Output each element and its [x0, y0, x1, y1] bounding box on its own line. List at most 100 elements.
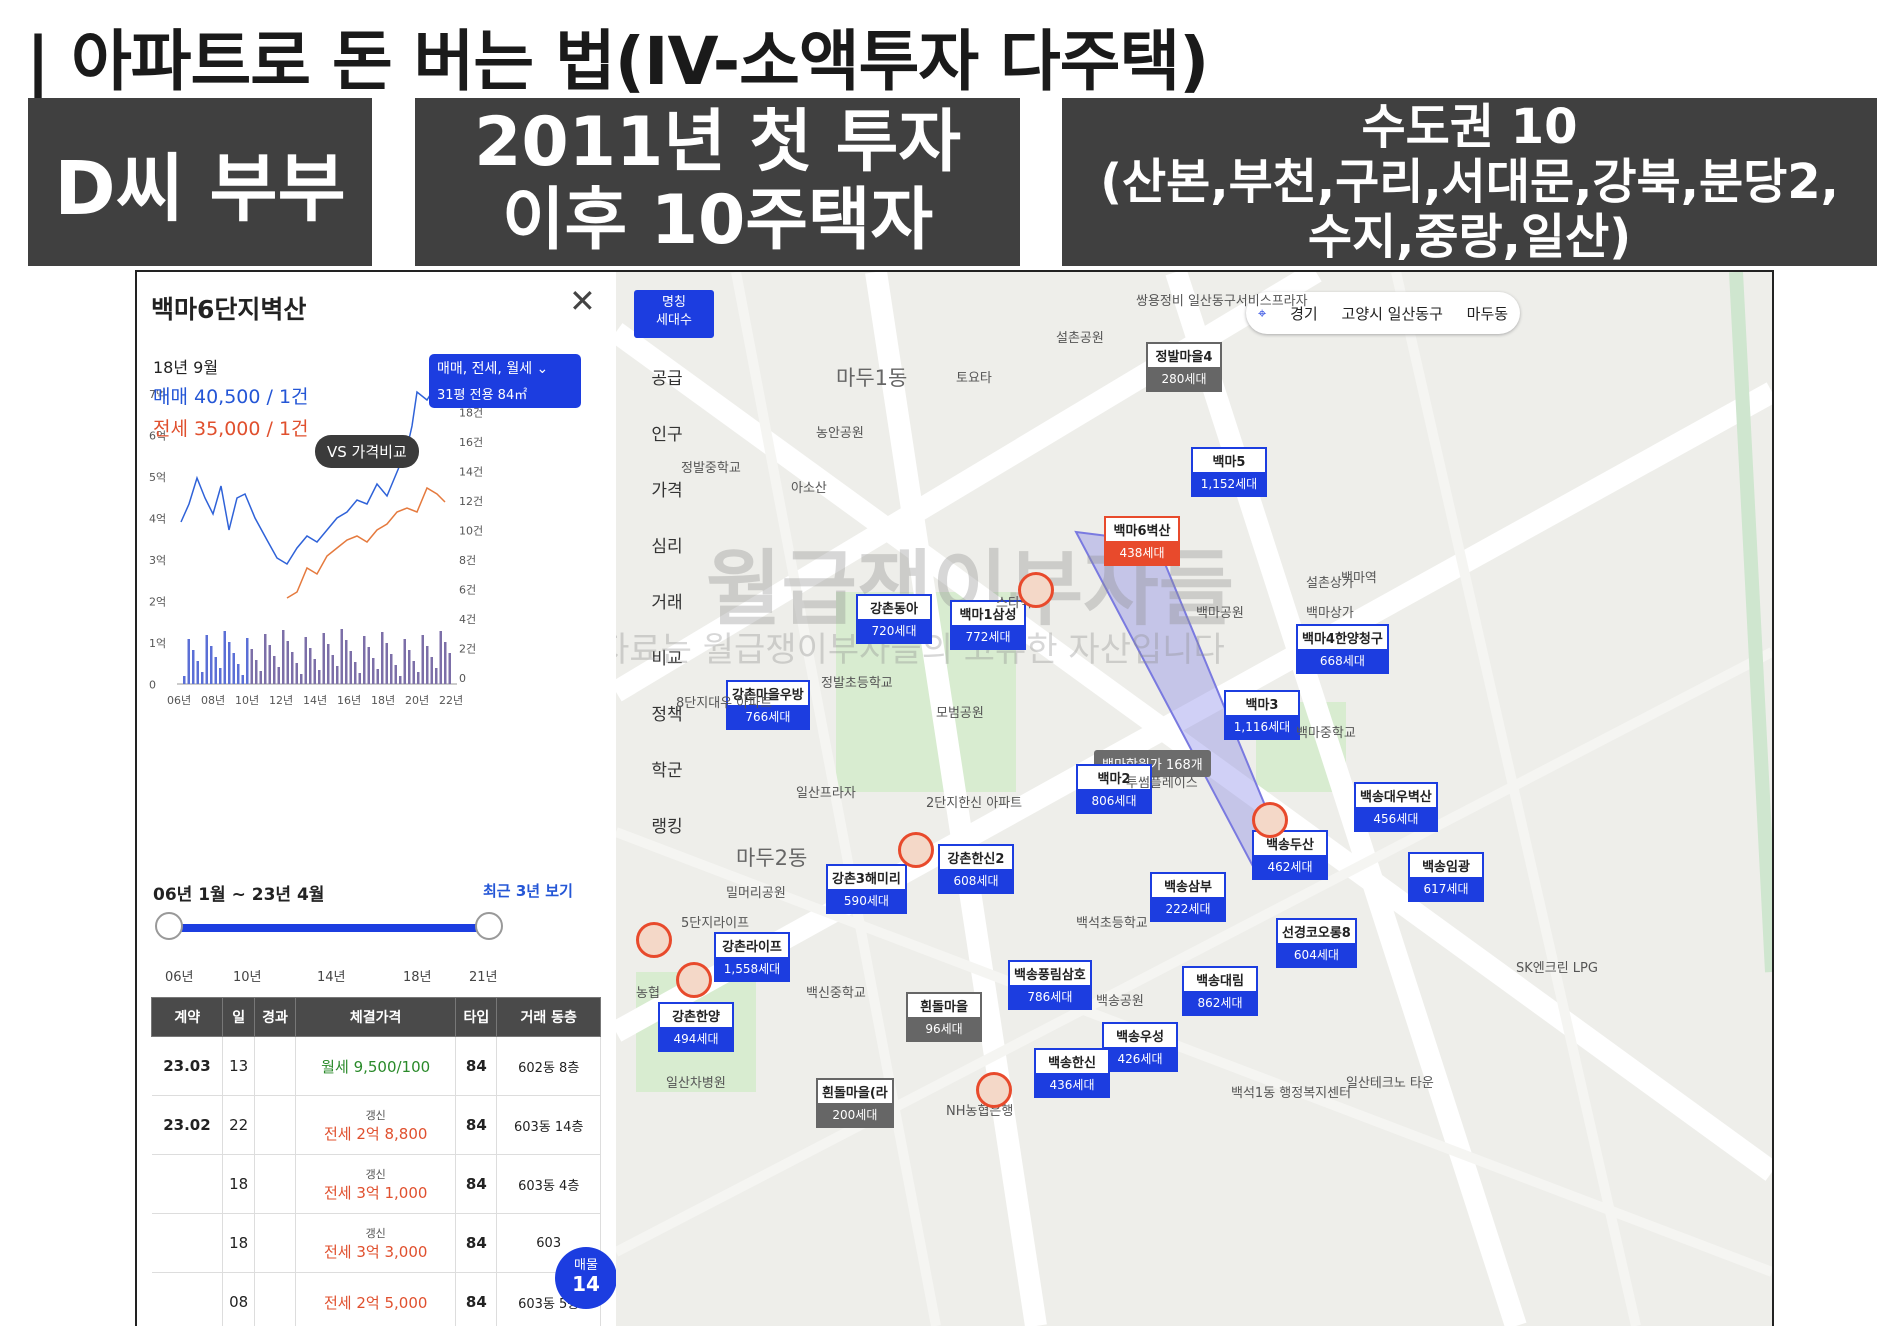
apartment-marker[interactable]: 백송대우벽산456세대: [1354, 782, 1438, 832]
transaction-table: 계약 일 경과 체결가격 타입 거래 동층 23.0313월세 9,500/10…: [151, 997, 601, 1326]
map-poi-label: 백석초등학교: [1076, 912, 1148, 931]
table-row[interactable]: 18갱신전세 3억 1,00084603동 4층: [152, 1155, 601, 1214]
recent-3y-link[interactable]: 최근 3년 보기: [483, 880, 573, 901]
cell-type: 84: [456, 1214, 497, 1273]
column-header[interactable]: 타입: [456, 998, 497, 1037]
avatar-pin[interactable]: [1252, 802, 1288, 838]
apartment-marker[interactable]: 백송한신436세대: [1034, 1048, 1110, 1098]
apartment-detail-panel: 백마6단지벽산 ✕ 18년 9월 매매 40,500 / 1건 전세 35,00…: [137, 272, 617, 1326]
renewal-tag: 갱신: [297, 1107, 454, 1123]
apartment-marker[interactable]: 백마31,116세대: [1224, 690, 1300, 740]
floor: 4층: [559, 1179, 579, 1194]
apartment-marker[interactable]: 백송두산462세대: [1252, 830, 1328, 880]
apartment-marker[interactable]: 강촌한신2608세대: [938, 844, 1014, 894]
apartment-name: 백송우성: [1104, 1024, 1176, 1047]
apartment-marker[interactable]: 정발마을4280세대: [1146, 342, 1222, 392]
apartment-name: 백마3: [1226, 692, 1298, 715]
table-row[interactable]: 23.0313월세 9,500/10084602동 8층: [152, 1037, 601, 1096]
column-header[interactable]: 일: [223, 998, 255, 1037]
apartment-marker[interactable]: 흰돌마을96세대: [906, 992, 982, 1042]
column-header[interactable]: 거래 동층: [497, 998, 601, 1037]
volume-bar: [413, 661, 416, 684]
volume-bar: [305, 637, 308, 684]
map-poi-label: 농협: [636, 982, 660, 1001]
period-slider-track[interactable]: [167, 924, 487, 932]
apartment-name: 백송풍림삼호: [1010, 962, 1090, 985]
deal-kind: 전세: [324, 1184, 352, 1202]
avatar-pin[interactable]: [636, 922, 672, 958]
map-menu-item[interactable]: 심리: [634, 532, 700, 557]
cell-month: 23.02: [152, 1096, 223, 1155]
volume-bar: [332, 655, 335, 684]
map-poi-label: 일산차병원: [666, 1072, 726, 1091]
map-menu-item[interactable]: 거래: [634, 588, 700, 613]
apartment-name: 백송대우벽산: [1356, 784, 1436, 807]
map-menu-item[interactable]: 가격: [634, 476, 700, 501]
apartment-marker[interactable]: 백마4한양청구668세대: [1296, 624, 1389, 674]
y-axis-left-label: 4억: [149, 513, 166, 526]
avatar-pin[interactable]: [1018, 572, 1054, 608]
volume-bar: [350, 651, 353, 684]
apartment-households: 617세대: [1410, 877, 1482, 900]
map-poi-label: 설촌상가: [1306, 572, 1354, 591]
map-poi-label: 백마공원: [1196, 602, 1244, 621]
volume-bar: [368, 647, 371, 684]
period-slider-start-handle[interactable]: [155, 912, 183, 940]
apartment-marker[interactable]: 백송우성426세대: [1102, 1022, 1178, 1072]
apartment-marker[interactable]: 백마51,152세대: [1191, 447, 1267, 497]
volume-bar: [188, 639, 191, 684]
column-header[interactable]: 체결가격: [296, 998, 456, 1037]
breadcrumb-city[interactable]: 고양시 일산동구: [1342, 303, 1443, 324]
map-menu-item[interactable]: 학군: [634, 756, 700, 781]
apartment-marker[interactable]: 강촌동아720세대: [856, 594, 932, 644]
volume-bar: [206, 635, 209, 684]
deal-kind: 전세: [324, 1125, 352, 1143]
apartment-marker[interactable]: 선경코오롱8604세대: [1276, 918, 1357, 968]
jeonse-price-line: [287, 488, 445, 598]
table-row[interactable]: 23.0222갱신전세 2억 8,80084603동 14층: [152, 1096, 601, 1155]
apartment-marker[interactable]: 백송삼부222세대: [1150, 872, 1226, 922]
map-menu-item[interactable]: 공급: [634, 364, 700, 389]
breadcrumb-dong[interactable]: 마두동: [1467, 303, 1508, 324]
apartment-marker[interactable]: 강촌라이프1,558세대: [714, 932, 790, 982]
apartment-name: 강촌한양: [660, 1004, 732, 1027]
map-poi-label: 백송공원: [1096, 990, 1144, 1009]
table-row[interactable]: 08전세 2억 5,00084603동 5층: [152, 1273, 601, 1326]
listing-count-badge[interactable]: 매물 14: [555, 1247, 617, 1309]
dong: 603: [536, 1236, 561, 1251]
column-header[interactable]: 경과: [254, 998, 295, 1037]
column-header[interactable]: 계약: [152, 998, 223, 1037]
apartment-marker[interactable]: 백송풍림삼호786세대: [1008, 960, 1092, 1010]
volume-bar: [224, 631, 227, 684]
avatar-pin[interactable]: [898, 832, 934, 868]
apartment-marker[interactable]: 흰돌마을(라200세대: [816, 1078, 894, 1128]
slide-title: | 아파트로 돈 버는 법(IV-소액투자 다주택): [26, 8, 1208, 104]
table-row[interactable]: 18갱신전세 3억 3,00084603: [152, 1214, 601, 1273]
avatar-pin[interactable]: [976, 1072, 1012, 1108]
apartment-marker[interactable]: 백송임광617세대: [1408, 852, 1484, 902]
apartment-marker[interactable]: 백마6벽산438세대: [1104, 516, 1180, 566]
apartment-marker[interactable]: 백송대림862세대: [1182, 966, 1258, 1016]
apartment-households: 426세대: [1104, 1047, 1176, 1070]
apartment-households: 1,152세대: [1193, 472, 1265, 495]
apartment-households: 720세대: [858, 619, 930, 642]
volume-bar: [444, 642, 447, 684]
map-view[interactable]: 명칭 세대수 공급인구가격심리거래비교정책학군랭킹 ⌖ 경기 고양시 일산동구 …: [616, 272, 1772, 1326]
apartment-households: 786세대: [1010, 985, 1090, 1008]
map-menu-item[interactable]: 랭킹: [634, 812, 700, 837]
deal-kind: 전세: [324, 1294, 352, 1312]
cell-day: 13: [223, 1037, 255, 1096]
apartment-marker[interactable]: 강촌3해미리590세대: [826, 864, 907, 914]
avatar-pin[interactable]: [676, 962, 712, 998]
period-slider-end-handle[interactable]: [475, 912, 503, 940]
deal-type-filter[interactable]: 매매, 전세, 월세 ⌄ 31평 전용 84㎡: [429, 354, 581, 408]
close-icon[interactable]: ✕: [569, 282, 596, 320]
apartment-marker[interactable]: 강촌한양494세대: [658, 1002, 734, 1052]
map-poi-label: 2단지한신 아파트: [926, 792, 1022, 811]
volume-bar: [390, 654, 393, 684]
map-poi-label: 모범공원: [936, 702, 984, 721]
label-toggle[interactable]: 명칭 세대수: [634, 290, 714, 338]
map-menu-item[interactable]: 인구: [634, 420, 700, 445]
couple-box: D씨 부부: [28, 98, 372, 266]
price-compare-button[interactable]: VS 가격비교: [315, 435, 419, 468]
